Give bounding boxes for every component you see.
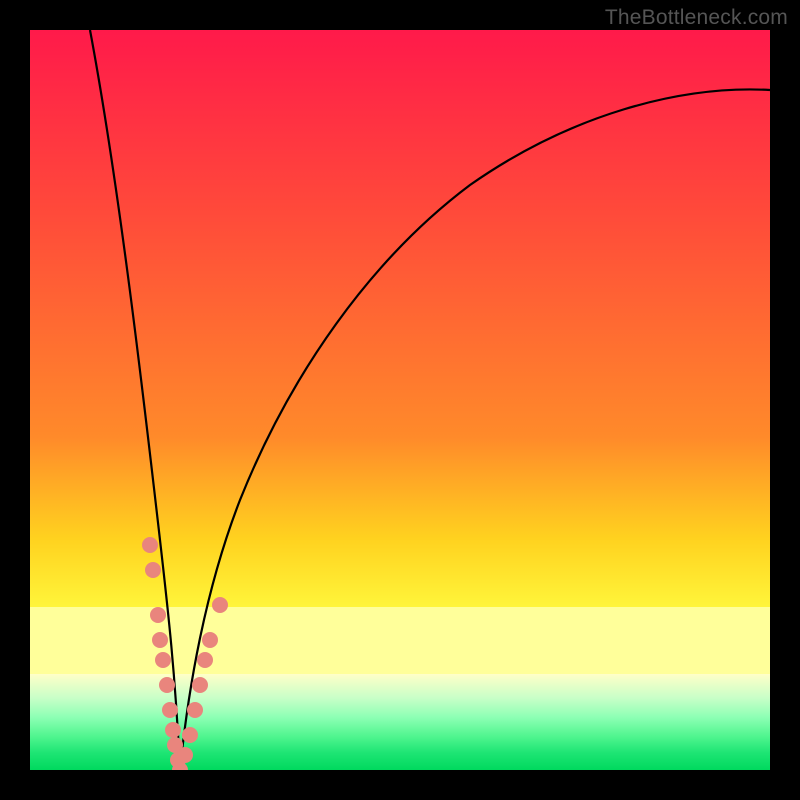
dot [165,722,181,738]
dot [162,702,178,718]
plot-area [30,30,770,770]
watermark: TheBottleneck.com [605,6,788,30]
dot [192,677,208,693]
dot [212,597,228,613]
dot [145,562,161,578]
dot [155,652,171,668]
dot [142,537,158,553]
right-curve [180,89,770,770]
dot [202,632,218,648]
curves-layer [30,30,770,770]
dot [182,727,198,743]
dot [177,747,193,763]
dot [197,652,213,668]
dot [150,607,166,623]
left-dots-group [142,537,188,770]
dot [187,702,203,718]
dot [152,632,168,648]
dot [159,677,175,693]
